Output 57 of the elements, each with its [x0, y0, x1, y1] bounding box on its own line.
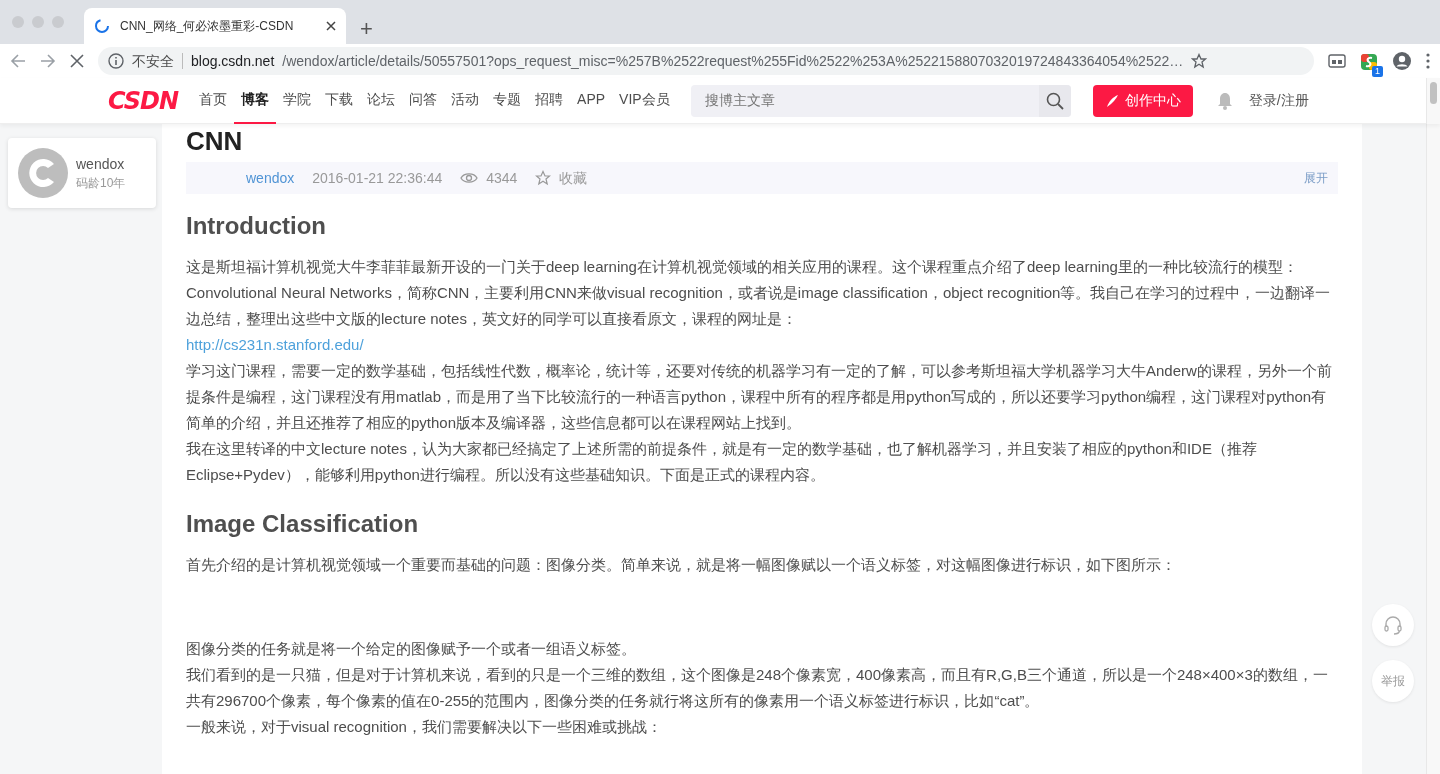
nav-tab[interactable]: 活动 — [444, 77, 487, 124]
loading-spinner-icon — [94, 18, 110, 34]
extension-icon[interactable] — [1328, 53, 1346, 69]
search-field[interactable]: 搜博主文章 — [690, 84, 1071, 117]
info-icon — [108, 53, 124, 69]
nav-tab[interactable]: 首页 — [192, 77, 235, 124]
view-count: 4344 — [486, 168, 518, 188]
nav-tab[interactable]: 招聘 — [528, 77, 571, 124]
search-input[interactable]: 搜博主文章 — [690, 90, 1039, 111]
new-tab-button[interactable]: + — [360, 18, 373, 40]
security-label: 不安全 — [132, 51, 174, 71]
avatar-icon — [18, 148, 68, 198]
nav-tab[interactable]: 专题 — [486, 77, 529, 124]
quill-icon — [1104, 93, 1119, 108]
account-icon[interactable] — [1392, 51, 1412, 71]
paragraph: 首先介绍的是计算机视觉领域一个重要而基础的问题：图像分类。简单来说，就是将一幅图像赋以一个语义标签，对这幅图像进行标识，如下图所示： — [186, 555, 1177, 575]
extension-badge: 1 — [1372, 66, 1383, 78]
site-logo[interactable]: CSDN — [108, 86, 179, 115]
paragraph: 我在这里转译的中文lecture notes，认为大家都已经搞定了上述所需的前提条件，就是有一定的数学基础，也了解机器学习，并且安装了相应的python和IDE（推荐Eclipse+Pydev），能够利用python进行编程。所以没有这些基础知识。下面是正式的课程内容。 — [186, 439, 1258, 485]
paragraph: 我们看到的是一只猫，但是对于计算机来说，看到的只是一个三维的数组，这个图像是248个像素宽，400像素高，而且有R,G,B三个通道，所以是一个248×400×3的数组，一共有296700个像素，每个像素的值在0-255的范围内，图像分类的任务就行将这所有的像素用一个语义标签进行标识，比如“cat”。 — [186, 665, 1329, 711]
paragraph: 学习这门课程，需要一定的数学基础，包括线性代数，概率论，统计等，还要对传统的机器学习有一定的了解，可以参考斯坦福大学机器学习大牛Anderw的课程，另外一个前提条件是编程，这门课程没有用matlab，而是用了当下比较流行的一种语言python，课程中所有的程序都是用python写成的，所以还要学习python编程，这门课程对python有简单的介绍，并且还推荐了相应的python版本及编译器，这些信息都可以在课程网站上找到。 — [186, 361, 1333, 433]
author-name[interactable]: wendox — [76, 154, 126, 174]
close-icon[interactable] — [326, 21, 336, 31]
scrollbar-thumb[interactable] — [1430, 82, 1437, 104]
nav-tab[interactable]: 问答 — [402, 77, 445, 124]
search-button[interactable] — [1038, 84, 1071, 117]
browser-tab[interactable]: CNN_网络_何必浓墨重彩-CSDN — [84, 8, 346, 44]
nav-tab[interactable]: VIP会员 — [612, 77, 677, 124]
address-field[interactable]: 不安全 blog.csdn.net /wendox/article/details/50557501?ops_request_misc=%257B%2522request%255Fid%2522%253A%2522158807032019724843364054%2522… — [98, 47, 1314, 75]
coding-years: 码龄10年 — [76, 175, 126, 192]
customer-service-button[interactable] — [1372, 604, 1414, 646]
paragraph: 一般来说，对于visual recognition，我们需要解决以下一些困难或挑战： — [186, 717, 663, 737]
eye-icon — [460, 172, 479, 184]
section-heading: Introduction — [186, 211, 327, 241]
search-icon — [1045, 91, 1064, 110]
more-menu-icon[interactable] — [1426, 53, 1430, 69]
bell-icon[interactable] — [1216, 91, 1233, 110]
url-path: /wendox/article/details/50557501?ops_request_misc=%257B%2522request%255Fid%2522%253A%2522158807032019724843364054%2522… — [282, 51, 1184, 71]
back-arrow-icon[interactable] — [10, 53, 26, 69]
star-icon[interactable] — [1191, 53, 1208, 69]
article-title: CNN — [186, 125, 243, 158]
forward-arrow-icon[interactable] — [40, 53, 56, 69]
nav-tab[interactable]: 学院 — [276, 77, 319, 124]
create-center-button[interactable]: 创作中心 — [1092, 84, 1193, 117]
tab-title: CNN_网络_何必浓墨重彩-CSDN — [120, 18, 295, 35]
nav-tab[interactable]: 下载 — [318, 77, 361, 124]
stop-icon[interactable] — [70, 54, 84, 68]
section-heading: Image Classification — [186, 509, 420, 539]
star-icon[interactable] — [535, 170, 552, 186]
nav-tab[interactable]: 论坛 — [360, 77, 403, 124]
url-host: blog.csdn.net — [191, 51, 275, 71]
nav-tab[interactable]: APP — [570, 77, 613, 124]
publish-date: 2016-01-21 22:36:44 — [312, 168, 443, 188]
headset-icon — [1382, 614, 1404, 636]
paragraph: 这是斯坦福计算机视觉大牛李菲菲最新开设的一门关于deep learning在计算机视觉领域的相关应用的课程。这个课程重点介绍了deep learning里的一种比较流行的模型：Convolutional Neural Networks，简称CNN，主要利用CNN来做visual recognition，或者说是image classification，object recognition等。我自己在学习的过程中，一边翻译一边总结，整理出这些中文版的lecture notes，英文好的同学可以直接看原文，课程的网址是： — [186, 257, 1332, 329]
login-link[interactable]: 登录/注册 — [1248, 90, 1309, 111]
paragraph: 图像分类的任务就是将一个给定的图像赋予一个或者一组语义标签。 — [186, 639, 637, 659]
